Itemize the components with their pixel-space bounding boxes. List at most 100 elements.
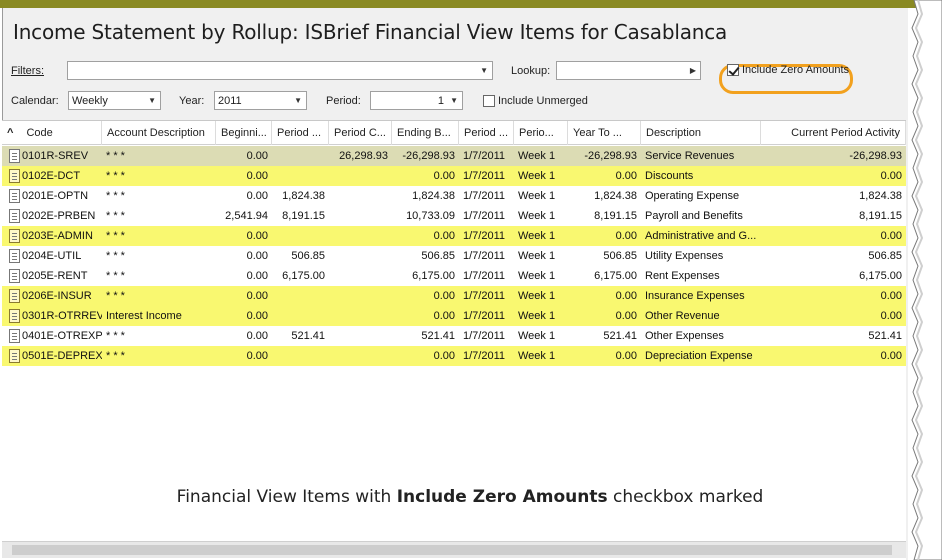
checkbox-checked-icon[interactable] (727, 64, 739, 76)
table-row[interactable]: 0401E-OTREXP * * * 0.00 521.41 521.41 1/7/201… (2, 326, 906, 346)
cell-beg: 0.00 (246, 170, 268, 182)
chevron-down-icon[interactable]: ▼ (480, 66, 488, 75)
cell-date: 1/7/2011 (463, 210, 506, 222)
cell-end: 0.00 (433, 170, 455, 182)
cell-pc (329, 186, 392, 206)
cell-end: 0.00 (433, 310, 455, 322)
table-row[interactable]: 0203E-ADMIN * * * 0.00 0.00 1/7/2011 Week 1 0.… (2, 226, 906, 246)
column-header-6[interactable]: Period ... (459, 121, 514, 145)
cell-per: Week 1 (518, 270, 556, 282)
period-value: 1 (437, 95, 444, 107)
table-row[interactable]: 0501E-DEPREX * * * 0.00 0.00 1/7/2011 Week 1 0… (2, 346, 906, 366)
cell-beg: 0.00 (246, 230, 268, 242)
column-header-5[interactable]: Ending B... (392, 121, 459, 145)
column-header-2[interactable]: Beginni... (216, 121, 272, 145)
column-header-3[interactable]: Period ... (272, 121, 329, 145)
horizontal-scrollbar[interactable] (2, 541, 906, 558)
cell-end: 1,824.38 (412, 190, 455, 202)
column-header-label: Code (26, 127, 53, 139)
cell-beg: 0.00 (246, 290, 268, 302)
column-header-1[interactable]: Account Description (102, 121, 216, 145)
cell-desc: Depreciation Expense (645, 350, 753, 362)
cell-pc (329, 166, 392, 186)
table-row[interactable]: 0102E-DCT * * * 0.00 0.00 1/7/2011 Week 1 0.00… (2, 166, 906, 186)
column-header-10[interactable]: Current Period Activity (761, 121, 906, 145)
column-header-8[interactable]: Year To ... (568, 121, 641, 145)
table-row[interactable]: 0202E-PRBEN * * * 2,541.94 8,191.15 10,733.0… (2, 206, 906, 226)
chevron-down-icon[interactable]: ▼ (294, 96, 302, 105)
column-header-label: Perio... (519, 127, 554, 139)
cell-acct: * * * (106, 270, 125, 282)
cell-date: 1/7/2011 (463, 310, 506, 322)
cell-cur: 0.00 (880, 350, 902, 362)
cell-pd (272, 166, 329, 186)
checkbox-unchecked-icon[interactable] (483, 95, 495, 107)
cell-cur: -26,298.93 (849, 150, 902, 162)
cell-acct: * * * (106, 350, 125, 362)
lookup-label: Lookup: (511, 65, 551, 77)
cell-cur: 0.00 (880, 230, 902, 242)
scrollbar-thumb[interactable] (12, 545, 892, 555)
column-header-9[interactable]: Description (641, 121, 761, 145)
column-header-label: Account Description (107, 127, 205, 139)
chevron-down-icon[interactable]: ▼ (148, 96, 156, 105)
table-row[interactable]: 0301R-OTRREV Interest Income 0.00 0.00 1/7/2… (2, 306, 906, 326)
table-row[interactable]: 0101R-SREV * * * 0.00 26,298.93 -26,298.93 1/… (2, 146, 906, 166)
screenshot-frame: Income Statement by Rollup: ISBrief Fina… (0, 0, 942, 560)
column-header-label: Current Period Activity (791, 127, 900, 139)
cell-desc: Payroll and Benefits (645, 210, 743, 222)
include-unmerged-checkbox[interactable]: Include Unmerged (483, 95, 588, 107)
year-select[interactable]: 2011 ▼ (214, 91, 307, 110)
cell-beg: 0.00 (246, 310, 268, 322)
cell-acct: * * * (106, 290, 125, 302)
cell-beg: 0.00 (246, 330, 268, 342)
include-zero-checkbox[interactable]: Include Zero Amounts (727, 64, 849, 76)
column-header-label: Ending B... (397, 127, 451, 139)
column-header-label: Period ... (464, 127, 509, 139)
lookup-combo[interactable]: ▶ (556, 61, 701, 80)
sort-ascending-icon[interactable]: ^ (7, 127, 26, 139)
cell-pd: 1,824.38 (282, 190, 325, 202)
cell-per: Week 1 (518, 290, 556, 302)
cell-pd: 8,191.15 (282, 210, 325, 222)
cell-ytd: -26,298.93 (584, 150, 637, 162)
cell-ytd: 0.00 (615, 230, 637, 242)
column-header-0[interactable]: ^ Code (2, 121, 102, 145)
column-header-7[interactable]: Perio... (514, 121, 568, 145)
cell-per: Week 1 (518, 210, 556, 222)
cell-acct: * * * (106, 230, 125, 242)
window-top-bar (0, 0, 932, 8)
cell-code: 0202E-PRBEN (22, 210, 96, 222)
cell-pc (329, 206, 392, 226)
cell-code: 0301R-OTRREV (22, 310, 102, 322)
year-label: Year: (179, 95, 205, 107)
table-row[interactable]: 0206E-INSUR * * * 0.00 0.00 1/7/2011 Week 1 0.… (2, 286, 906, 306)
cell-per: Week 1 (518, 310, 556, 322)
table-row[interactable]: 0201E-OPTN * * * 0.00 1,824.38 1,824.38 1/7/2… (2, 186, 906, 206)
period-label: Period: (326, 95, 361, 107)
chevron-down-icon[interactable]: ▼ (450, 96, 458, 105)
table-row[interactable]: 0205E-RENT * * * 0.00 6,175.00 6,175.00 1/7/2… (2, 266, 906, 286)
chevron-right-icon[interactable]: ▶ (690, 66, 696, 75)
cell-ytd: 0.00 (615, 170, 637, 182)
calendar-select[interactable]: Weekly ▼ (68, 91, 161, 110)
cell-pc (329, 306, 392, 326)
cell-ytd: 0.00 (615, 350, 637, 362)
period-select[interactable]: 1 ▼ (370, 91, 463, 110)
torn-edge (911, 0, 942, 560)
cell-date: 1/7/2011 (463, 290, 506, 302)
cell-ytd: 521.41 (603, 330, 637, 342)
cell-ytd: 6,175.00 (594, 270, 637, 282)
cell-date: 1/7/2011 (463, 190, 506, 202)
cell-ytd: 506.85 (603, 250, 637, 262)
filters-combo[interactable]: ▼ (67, 61, 493, 80)
table-row[interactable]: 0204E-UTIL * * * 0.00 506.85 506.85 1/7/2011 W… (2, 246, 906, 266)
cell-code: 0101R-SREV (22, 150, 89, 162)
cell-cur: 8,191.15 (859, 210, 902, 222)
cell-cur: 0.00 (880, 310, 902, 322)
cell-code: 0206E-INSUR (22, 290, 92, 302)
cell-code: 0204E-UTIL (22, 250, 82, 262)
column-header-4[interactable]: Period C... (329, 121, 392, 145)
cell-per: Week 1 (518, 170, 556, 182)
cell-end: -26,298.93 (402, 150, 455, 162)
